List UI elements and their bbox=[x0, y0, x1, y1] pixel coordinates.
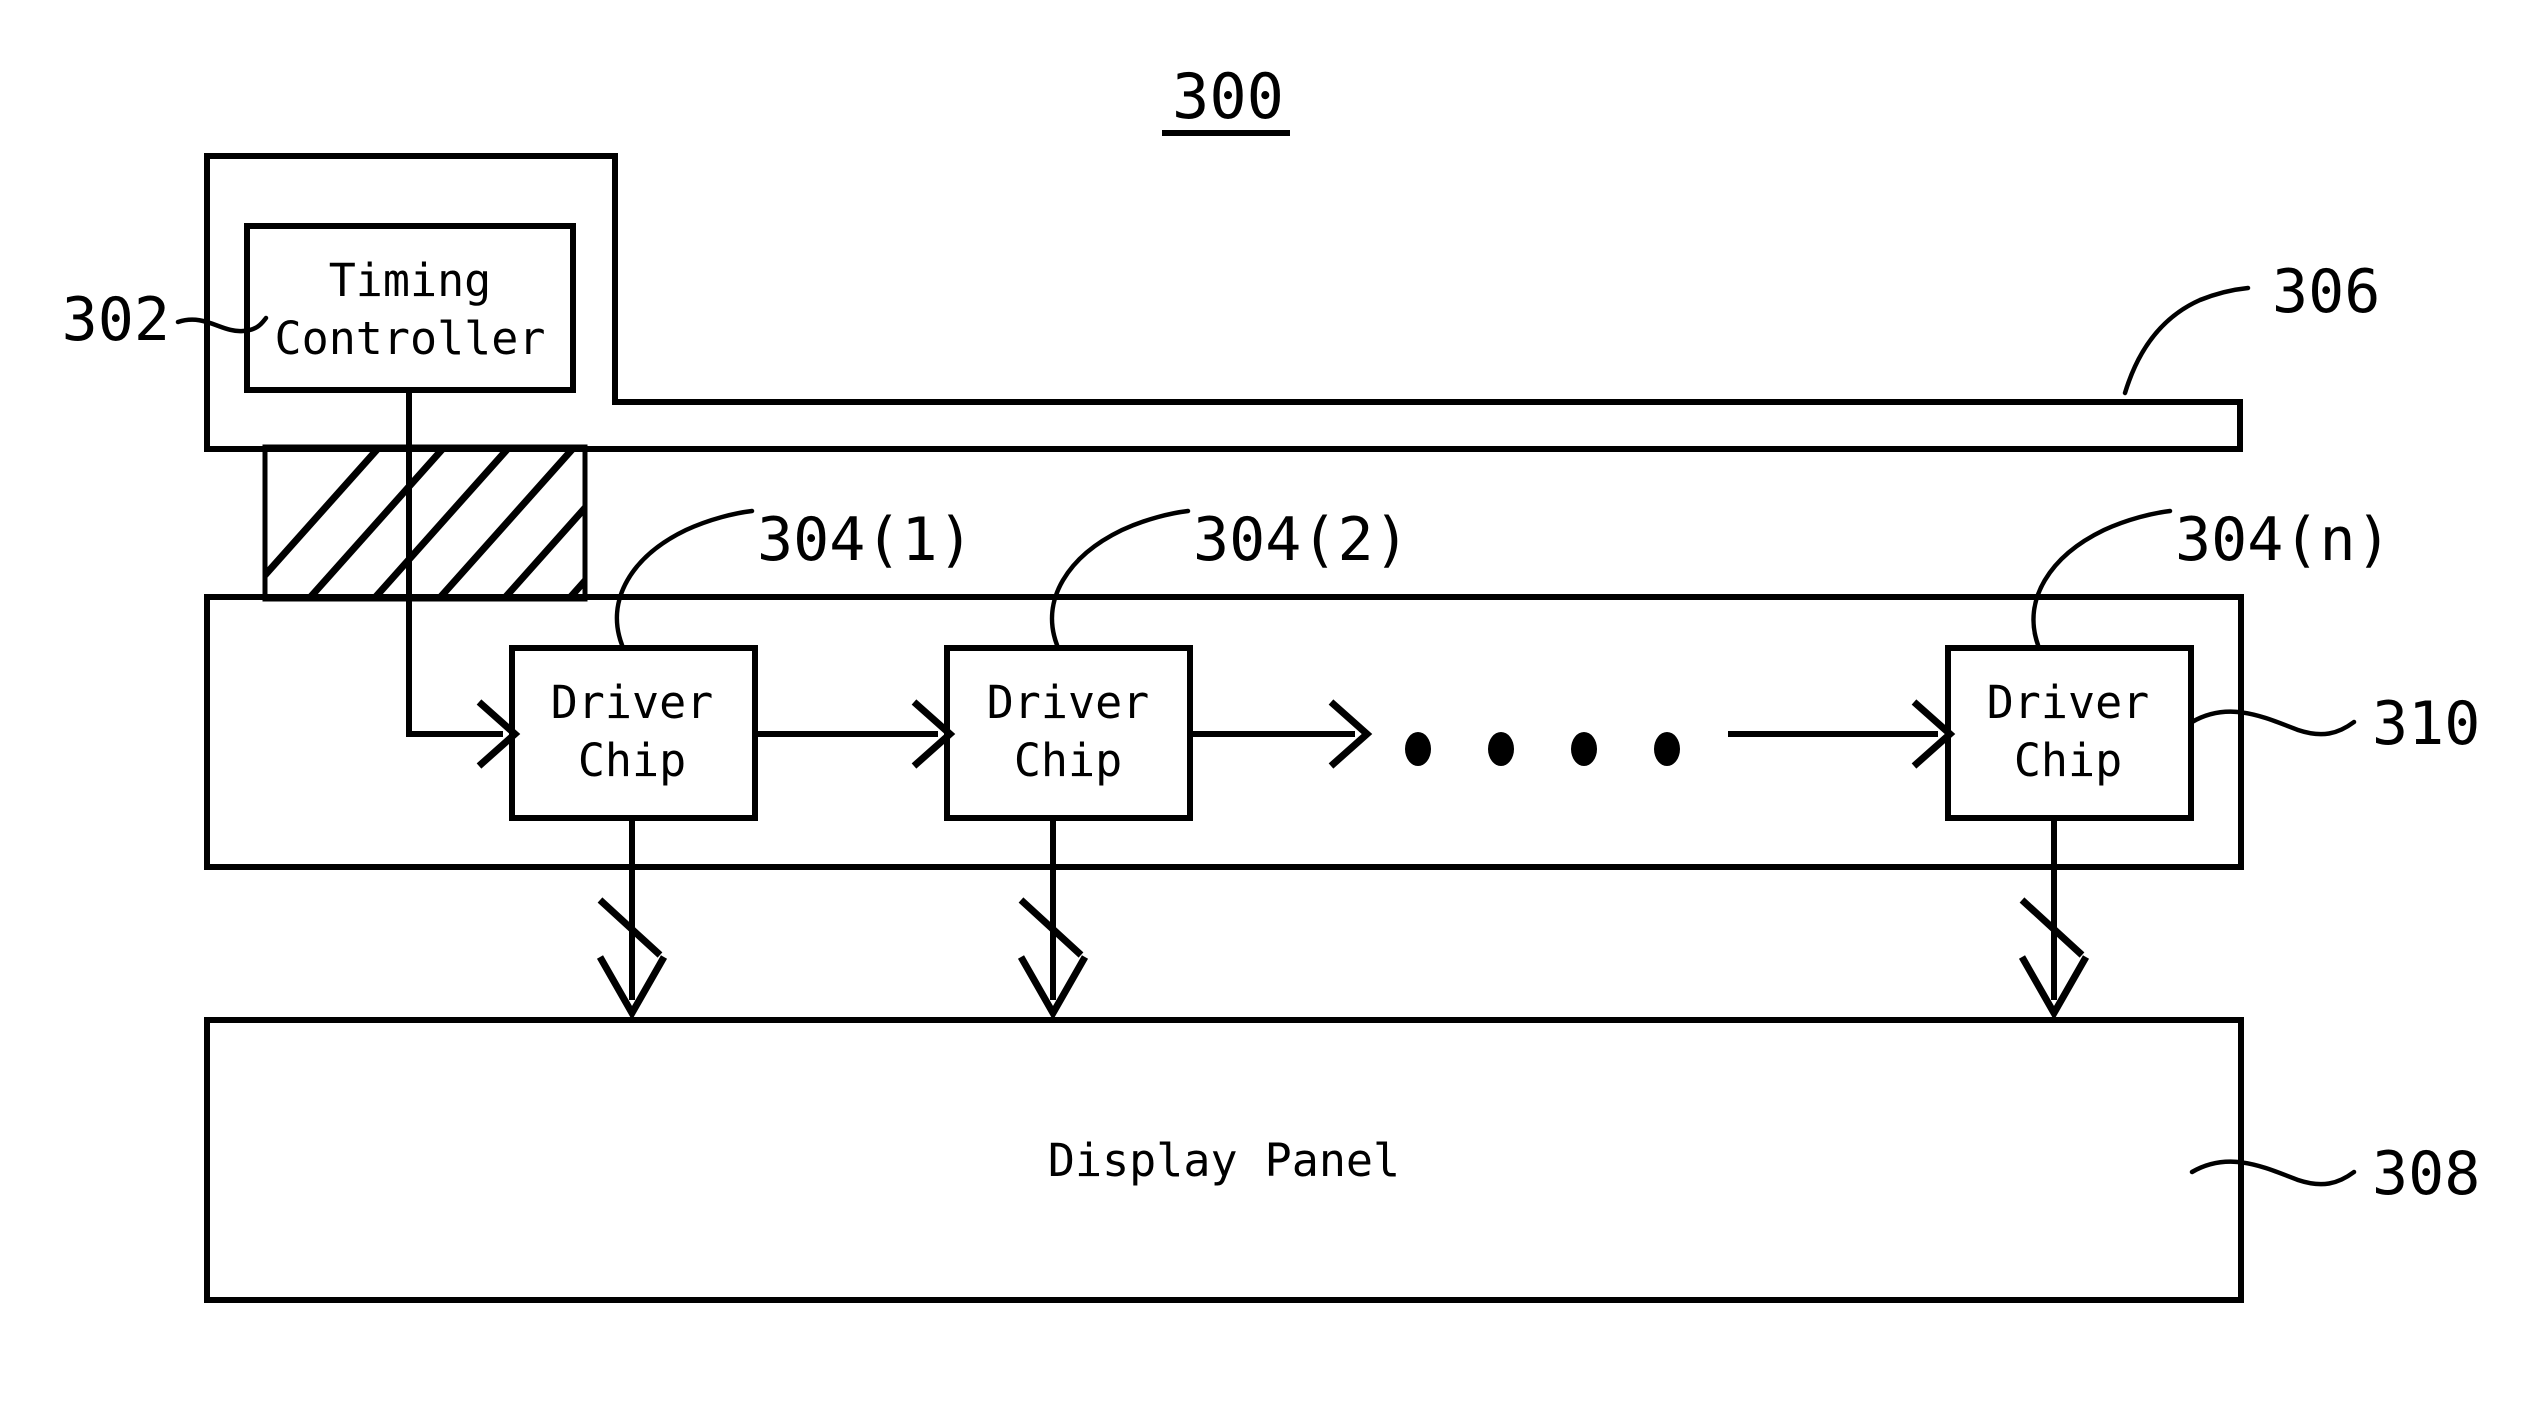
ellipsis-dots bbox=[1405, 732, 1680, 766]
figure-canvas: 300 302 306 Timing Controller 310 Driver… bbox=[62, 60, 2480, 1303]
driver-chip-n-box bbox=[1945, 645, 2194, 821]
ellipsis-dot-2 bbox=[1488, 732, 1514, 766]
ref-numeral-308: 308 bbox=[2372, 1139, 2480, 1209]
leader-line-306 bbox=[2122, 285, 2251, 396]
driver-chip-2-box bbox=[944, 645, 1193, 821]
driver-chip-2-label-line2: Chip bbox=[1014, 734, 1122, 787]
driver-chip-1-box bbox=[509, 645, 758, 821]
driver-chip-n-label-line1: Driver bbox=[1987, 676, 2150, 729]
ref-numeral-302: 302 bbox=[62, 285, 170, 355]
timing-controller-label-line1: Timing bbox=[329, 254, 492, 307]
figure-number: 300 bbox=[1172, 60, 1284, 133]
driver-chip-1-label-line1: Driver bbox=[551, 676, 714, 729]
leader-line-304-2 bbox=[1049, 508, 1191, 648]
signal-line-tcon-to-chip1 bbox=[406, 390, 503, 737]
ref-numeral-310: 310 bbox=[2372, 689, 2480, 759]
driver-chip-n-label-line2: Chip bbox=[2014, 734, 2122, 787]
patent-figure-300: 300 302 306 Timing Controller 310 Driver… bbox=[0, 0, 2533, 1407]
ref-numeral-304-2: 304(2) bbox=[1193, 505, 1410, 575]
leader-line-304-n bbox=[2031, 508, 2173, 648]
leader-line-308 bbox=[2189, 1159, 2357, 1187]
timing-controller-label-line2: Controller bbox=[275, 312, 546, 365]
leader-line-302 bbox=[175, 315, 269, 334]
timing-controller-box bbox=[244, 223, 576, 393]
ellipsis-dot-4 bbox=[1654, 732, 1680, 766]
display-panel-label: Display Panel bbox=[1048, 1134, 1400, 1187]
ellipsis-dot-3 bbox=[1571, 732, 1597, 766]
leader-line-310 bbox=[2189, 709, 2357, 737]
ref-numeral-304-1: 304(1) bbox=[757, 505, 974, 575]
pcb-outline-302 bbox=[204, 153, 2243, 452]
ellipsis-dot-1 bbox=[1405, 732, 1431, 766]
driver-chip-1-label-line2: Chip bbox=[578, 734, 686, 787]
leader-line-304-1 bbox=[614, 508, 755, 648]
ref-numeral-306: 306 bbox=[2272, 257, 2380, 327]
ref-numeral-304-n: 304(n) bbox=[2175, 505, 2392, 575]
driver-chip-2-label-line1: Driver bbox=[987, 676, 1150, 729]
